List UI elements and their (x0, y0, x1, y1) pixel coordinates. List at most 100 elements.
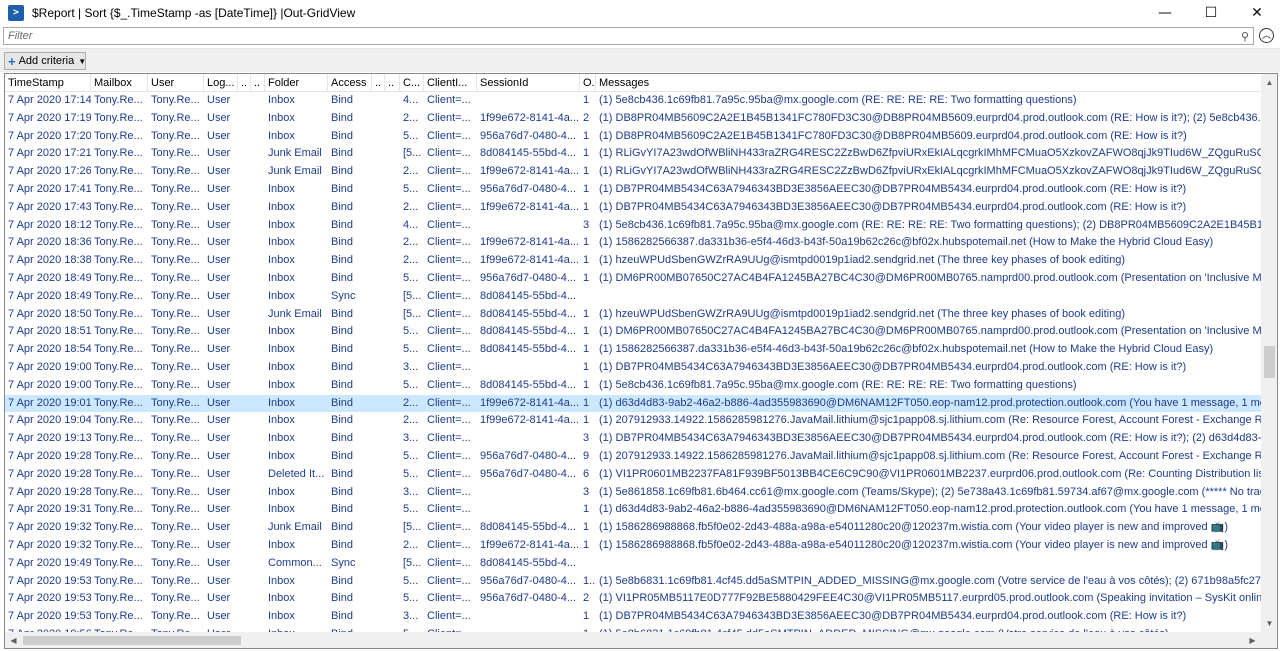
column-header-client-info[interactable]: ClientI... (424, 74, 477, 92)
table-row[interactable]: 7 Apr 2020 17:19 Tony.Re... Tony.Re... User… (5, 110, 1261, 128)
column-header-col-d[interactable]: .. (385, 74, 400, 92)
table-row[interactable]: 7 Apr 2020 18:51 Tony.Re... Tony.Re... User… (5, 323, 1261, 341)
collapse-criteria-icon[interactable]: ︿ (1259, 28, 1274, 43)
table-row[interactable]: 7 Apr 2020 18:54 Tony.Re... Tony.Re... User… (5, 341, 1261, 359)
column-header-folder[interactable]: Folder (265, 74, 328, 92)
search-icon[interactable]: ⚲ (1238, 29, 1252, 43)
horizontal-scrollbar[interactable]: ◀ ▶ (5, 632, 1261, 648)
column-header-messages[interactable]: Messages (596, 74, 1261, 92)
cell-operation-count (580, 555, 596, 573)
cell-col-b (251, 590, 265, 608)
cell-folder: Junk Email (268, 521, 322, 534)
column-header-col-b[interactable]: .. (251, 74, 265, 92)
cell-col-b (251, 199, 265, 217)
cell-count: 4... (403, 218, 419, 231)
window-controls: — ☐ ✕ (1142, 0, 1280, 26)
table-row[interactable]: 7 Apr 2020 17:20 Tony.Re... Tony.Re... User… (5, 128, 1261, 146)
cell-messages: (1) 1586282566387.da331b36-e5f4-46d3-b43… (599, 343, 1214, 356)
table-row[interactable]: 7 Apr 2020 17:21 Tony.Re... Tony.Re... User… (5, 145, 1261, 163)
cell-timestamp: 7 Apr 2020 18:36 (8, 236, 91, 249)
table-row[interactable]: 7 Apr 2020 18:36 Tony.Re... Tony.Re... User… (5, 234, 1261, 252)
cell-operation-count: 1 (583, 254, 590, 267)
table-row[interactable]: 7 Apr 2020 19:04 Tony.Re... Tony.Re... User… (5, 412, 1261, 430)
add-criteria-button[interactable]: + Add criteria ▼ (4, 52, 86, 70)
table-row[interactable]: 7 Apr 2020 19:49 Tony.Re... Tony.Re... User… (5, 555, 1261, 573)
scroll-down-icon[interactable]: ▼ (1261, 615, 1277, 632)
cell-count: 5... (403, 574, 419, 587)
table-row[interactable]: 7 Apr 2020 18:49 Tony.Re... Tony.Re... User… (5, 288, 1261, 306)
table-row[interactable]: 7 Apr 2020 19:53 Tony.Re... Tony.Re... User… (5, 608, 1261, 626)
table-row[interactable]: 7 Apr 2020 17:43 Tony.Re... Tony.Re... User… (5, 199, 1261, 217)
column-header-col-c[interactable]: .. (372, 74, 385, 92)
vertical-scrollbar[interactable]: ▲ ▼ (1261, 74, 1277, 632)
cell-col-d (385, 573, 400, 591)
cell-session-id: 1f99e672-8141-4a... (480, 236, 580, 249)
table-row[interactable]: 7 Apr 2020 17:41 Tony.Re... Tony.Re... User… (5, 181, 1261, 199)
column-header-session-id[interactable]: SessionId (477, 74, 580, 92)
vertical-scroll-thumb[interactable] (1264, 346, 1275, 378)
table-row[interactable]: 7 Apr 2020 18:38 Tony.Re... Tony.Re... User… (5, 252, 1261, 270)
cell-client-info: Client=... (427, 414, 471, 427)
table-row[interactable]: 7 Apr 2020 19:28 Tony.Re... Tony.Re... User… (5, 484, 1261, 502)
scroll-up-icon[interactable]: ▲ (1261, 74, 1277, 91)
cell-col-c (372, 341, 385, 359)
cell-folder: Inbox (268, 218, 295, 231)
column-header-operation-count[interactable]: O. (580, 74, 596, 92)
column-header-access[interactable]: Access (328, 74, 372, 92)
cell-logon-type: User (207, 556, 231, 569)
table-row[interactable]: 7 Apr 2020 17:14 Tony.Re... Tony.Re... User… (5, 92, 1261, 110)
cell-col-b (251, 555, 265, 573)
table-row[interactable]: 7 Apr 2020 19:31 Tony.Re... Tony.Re... User… (5, 501, 1261, 519)
cell-logon-type: User (207, 307, 231, 320)
cell-mailbox: Tony.Re... (94, 467, 143, 480)
table-row[interactable]: 7 Apr 2020 19:01 Tony.Re... Tony.Re... User… (5, 394, 1261, 413)
column-header-user[interactable]: User (148, 74, 204, 92)
cell-logon-type: User (207, 200, 231, 213)
column-header-col-a[interactable]: .. (238, 74, 251, 92)
table-row[interactable]: 7 Apr 2020 19:53 Tony.Re... Tony.Re... User… (5, 590, 1261, 608)
table-row[interactable]: 7 Apr 2020 18:12 Tony.Re... Tony.Re... User… (5, 217, 1261, 235)
column-header-logon-type[interactable]: Log... (204, 74, 238, 92)
scroll-left-icon[interactable]: ◀ (5, 632, 22, 648)
filter-input[interactable] (3, 27, 1254, 45)
maximize-button[interactable]: ☐ (1188, 0, 1234, 26)
cell-messages: (1) 5e861858.1c69fb81.6b464.cc61@mx.goog… (599, 485, 1261, 498)
cell-session-id (477, 484, 580, 502)
table-row[interactable]: 7 Apr 2020 18:49 Tony.Re... Tony.Re... User… (5, 270, 1261, 288)
cell-user: Tony.Re... (151, 485, 200, 498)
cell-user: Tony.Re... (151, 254, 200, 267)
cell-col-d (385, 412, 400, 430)
table-row[interactable]: 7 Apr 2020 19:28 Tony.Re... Tony.Re... User… (5, 448, 1261, 466)
column-header-timestamp[interactable]: TimeStamp (5, 74, 91, 92)
column-header-mailbox[interactable]: Mailbox (91, 74, 148, 92)
table-row[interactable]: 7 Apr 2020 17:26 Tony.Re... Tony.Re... User… (5, 163, 1261, 181)
column-header-count[interactable]: C... (400, 74, 424, 92)
horizontal-scroll-thumb[interactable] (23, 636, 241, 645)
cell-session-id (477, 92, 580, 110)
table-row[interactable]: 7 Apr 2020 19:00 Tony.Re... Tony.Re... User… (5, 377, 1261, 395)
cell-count: 2... (403, 165, 419, 178)
table-row[interactable]: 7 Apr 2020 19:32 Tony.Re... Tony.Re... User… (5, 537, 1261, 555)
cell-timestamp: 7 Apr 2020 17:41 (8, 182, 91, 195)
cell-messages: (1) DB7PR04MB5434C63A7946343BD3E3856AEEC… (599, 432, 1261, 445)
scroll-right-icon[interactable]: ▶ (1244, 632, 1261, 648)
cell-count: 2... (403, 236, 419, 249)
table-row[interactable]: 7 Apr 2020 19:53 Tony.Re... Tony.Re... User… (5, 573, 1261, 591)
table-row[interactable]: 7 Apr 2020 19:32 Tony.Re... Tony.Re... User… (5, 519, 1261, 537)
table-row[interactable]: 7 Apr 2020 19:00 Tony.Re... Tony.Re... User… (5, 359, 1261, 377)
cell-operation-count: 1 (583, 129, 590, 142)
cell-client-info: Client=... (427, 129, 471, 142)
cell-timestamp: 7 Apr 2020 19:53 (8, 574, 91, 587)
table-row[interactable]: 7 Apr 2020 18:50 Tony.Re... Tony.Re... User… (5, 306, 1261, 324)
cell-col-c (372, 608, 385, 626)
table-row[interactable]: 7 Apr 2020 19:13 Tony.Re... Tony.Re... User… (5, 430, 1261, 448)
cell-col-a (238, 466, 251, 484)
cell-session-id: 8d084145-55bd-4... (480, 147, 577, 160)
close-button[interactable]: ✕ (1234, 0, 1280, 26)
cell-user: Tony.Re... (151, 378, 200, 391)
cell-messages: (1) 1586282566387.da331b36-e5f4-46d3-b43… (599, 236, 1214, 249)
cell-timestamp: 7 Apr 2020 18:38 (8, 254, 91, 267)
minimize-button[interactable]: — (1142, 0, 1188, 26)
criteria-bar: + Add criteria ▼ (0, 48, 1280, 72)
table-row[interactable]: 7 Apr 2020 19:28 Tony.Re... Tony.Re... User… (5, 466, 1261, 484)
